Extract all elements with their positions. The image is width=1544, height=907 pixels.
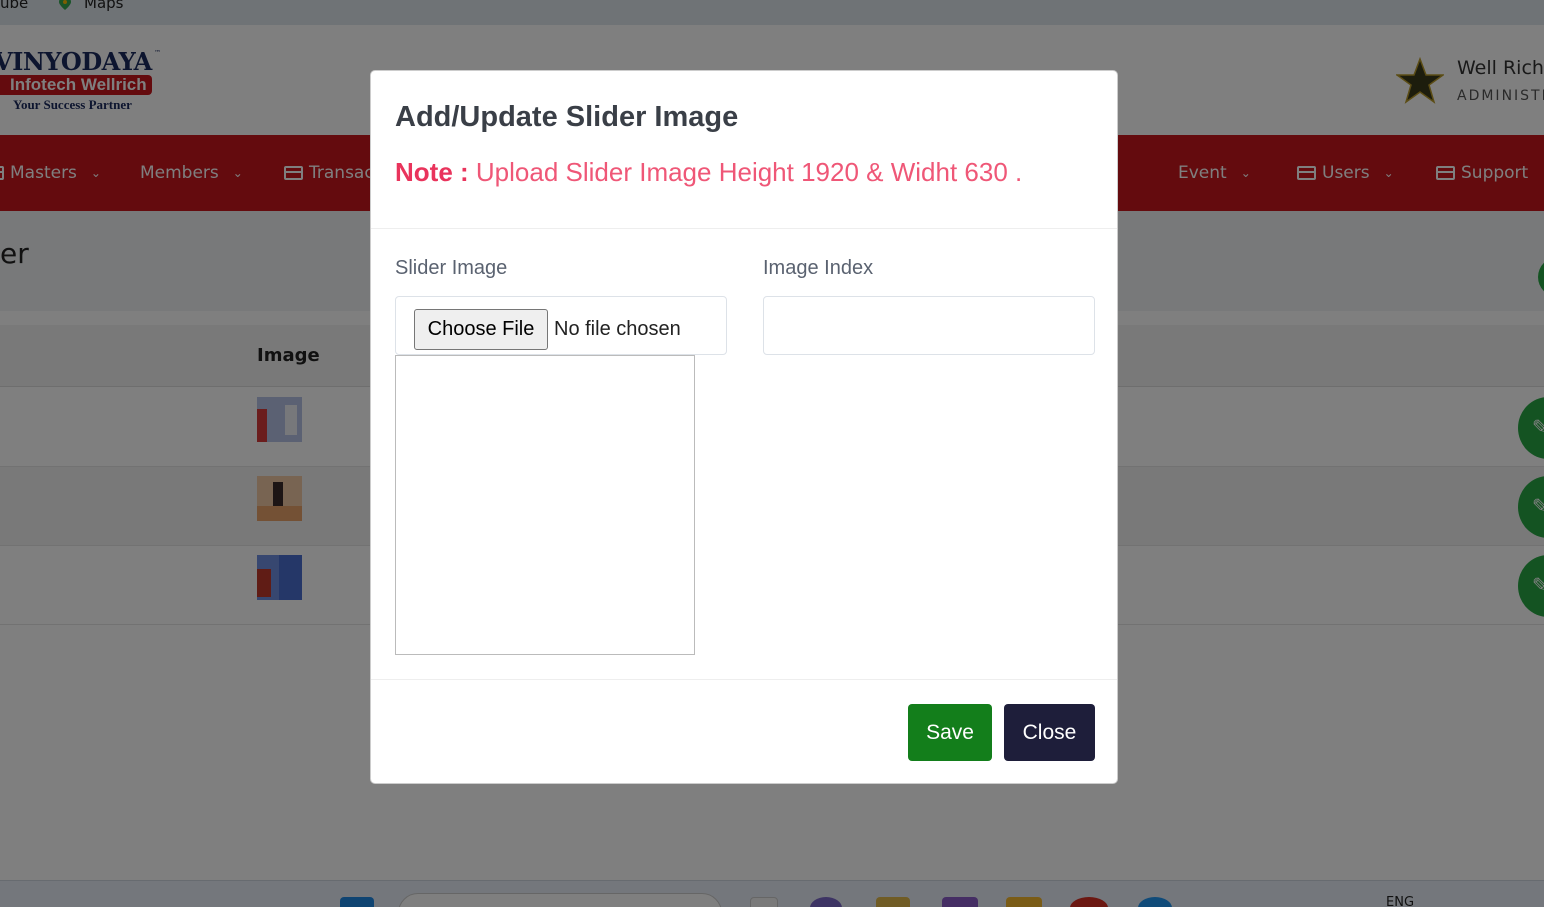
modal-footer-divider bbox=[371, 679, 1117, 680]
image-index-label: Image Index bbox=[763, 257, 874, 279]
image-index-input[interactable] bbox=[763, 296, 1095, 355]
save-button[interactable]: Save bbox=[908, 704, 992, 761]
note-text: Upload Slider Image Height 1920 & Widht … bbox=[475, 157, 1023, 187]
image-preview bbox=[395, 355, 695, 655]
modal-header: Add/Update Slider Image Note : Upload Sl… bbox=[371, 71, 1117, 229]
upload-note: Note : Upload Slider Image Height 1920 &… bbox=[395, 157, 1022, 188]
file-status: No file chosen bbox=[554, 318, 681, 340]
note-label: Note : bbox=[395, 157, 469, 187]
slider-image-file-input[interactable]: Choose File No file chosen bbox=[395, 296, 727, 355]
close-button[interactable]: Close bbox=[1004, 704, 1095, 761]
slider-image-modal: Add/Update Slider Image Note : Upload Sl… bbox=[370, 70, 1118, 784]
choose-file-button[interactable]: Choose File bbox=[414, 309, 548, 350]
slider-image-label: Slider Image bbox=[395, 257, 508, 279]
modal-title: Add/Update Slider Image bbox=[395, 101, 739, 133]
